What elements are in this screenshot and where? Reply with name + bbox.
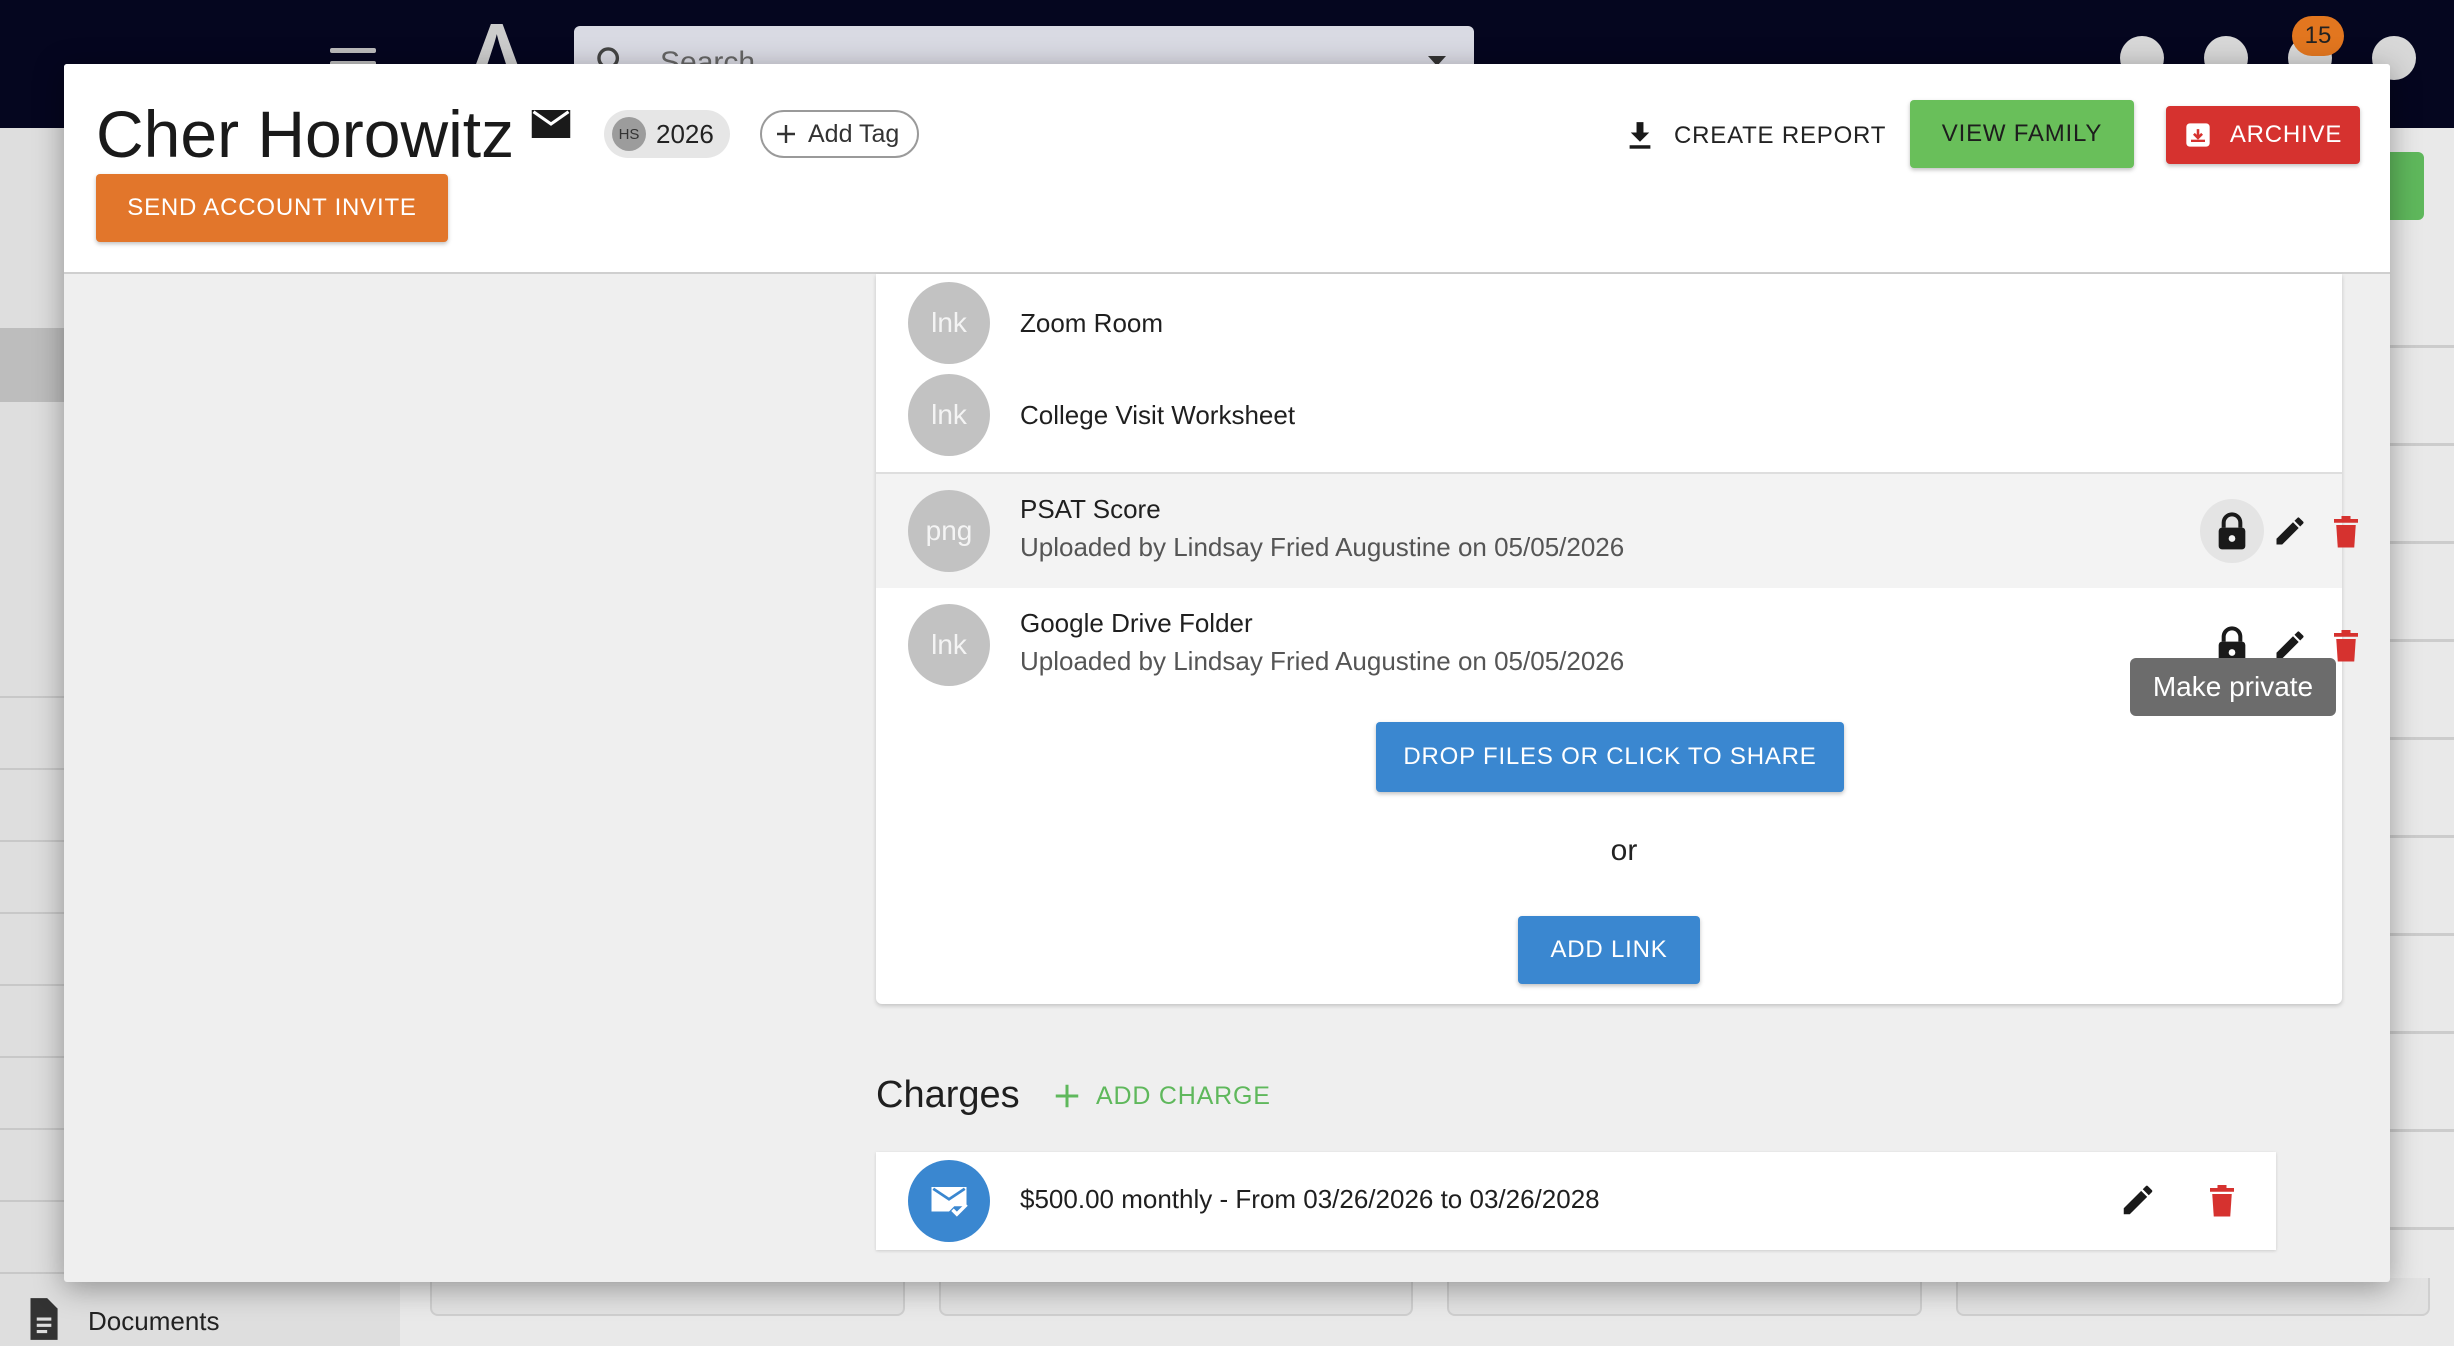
sidebar-divider [0, 984, 64, 986]
edit-icon[interactable] [2270, 511, 2310, 551]
document-upload-info: Uploaded by Lindsay Fried Augustine on 0… [1020, 646, 1625, 676]
document-title: Google Drive Folder [1020, 608, 1253, 638]
add-tag-label: Add Tag [808, 119, 900, 148]
modal-header: Cher Horowitz HS 2026 Add Tag CREATE REP… [64, 64, 2390, 274]
email-check-icon [931, 1187, 968, 1217]
create-report-label: CREATE REPORT [1674, 122, 1887, 149]
archive-button[interactable]: ARCHIVE [2166, 106, 2360, 164]
chip-avatar: HS [612, 117, 646, 151]
create-report-button[interactable]: CREATE REPORT [1626, 112, 1886, 160]
charge-avatar [908, 1160, 990, 1242]
add-charge-label: ADD CHARGE [1096, 1081, 1271, 1110]
sidebar-divider [0, 1056, 64, 1058]
document-icon[interactable] [18, 1294, 68, 1344]
delete-icon[interactable] [2326, 511, 2366, 551]
add-link-button[interactable]: ADD LINK [1518, 916, 1700, 984]
file-type-avatar: lnk [908, 374, 990, 456]
documents-card: lnk Zoom Room lnk College Visit Workshee… [876, 274, 2358, 1004]
list-item[interactable]: lnk Zoom Room [876, 274, 2342, 370]
email-icon[interactable] [530, 108, 572, 140]
download-icon [1629, 122, 1651, 149]
lock-icon[interactable] [2212, 511, 2252, 551]
list-item[interactable]: png PSAT Score Uploaded by Lindsay Fried… [876, 474, 2358, 588]
or-separator: or [1610, 834, 1638, 867]
list-item[interactable]: lnk Google Drive Folder Uploaded by Lind… [876, 588, 2358, 702]
document-title: Zoom Room [1020, 308, 1164, 338]
drop-files-button[interactable]: DROP FILES OR CLICK TO SHARE [1376, 722, 1844, 792]
sidebar-divider [0, 1200, 64, 1202]
file-type-avatar: lnk [908, 604, 990, 686]
background-cards [430, 1278, 2430, 1318]
view-family-button[interactable]: VIEW FAMILY [1910, 100, 2134, 168]
sidebar-item-documents[interactable]: Documents [88, 1306, 220, 1337]
archive-icon [2186, 123, 2210, 147]
send-account-invite-button[interactable]: SEND ACCOUNT INVITE [96, 174, 448, 242]
edit-icon[interactable] [2118, 1180, 2158, 1220]
chip-year: 2026 [656, 118, 714, 149]
file-type-avatar: png [908, 490, 990, 572]
delete-icon[interactable] [2202, 1180, 2242, 1220]
notification-badge: 15 [2292, 16, 2344, 56]
add-charge-button[interactable]: ADD CHARGE [1052, 1076, 1271, 1116]
document-upload-info: Uploaded by Lindsay Fried Augustine on 0… [1020, 532, 1625, 562]
charge-description: $500.00 monthly - From 03/26/2026 to 03/… [1020, 1184, 1600, 1214]
archive-label: ARCHIVE [2229, 121, 2343, 148]
add-tag-button[interactable]: Add Tag [760, 110, 920, 158]
charges-heading: Charges [876, 1074, 1020, 1116]
list-item[interactable]: lnk College Visit Worksheet [876, 370, 2342, 466]
sidebar-divider [0, 1272, 64, 1274]
sidebar-divider [0, 840, 64, 842]
plus-icon [777, 125, 795, 143]
document-title: PSAT Score [1020, 494, 1161, 524]
student-name: Cher Horowitz [96, 97, 515, 171]
plus-icon [1055, 1084, 1079, 1108]
student-detail-modal: Cher Horowitz HS 2026 Add Tag CREATE REP… [64, 64, 2390, 1282]
make-private-tooltip: Make private [2130, 658, 2336, 716]
charge-row[interactable]: $500.00 monthly - From 03/26/2026 to 03/… [876, 1152, 2276, 1250]
sidebar-divider [0, 768, 64, 770]
sidebar-active-indicator [0, 328, 64, 402]
file-type-avatar: lnk [908, 282, 990, 364]
graduation-year-chip[interactable]: HS 2026 [604, 110, 730, 158]
sidebar-divider [0, 1128, 64, 1130]
sidebar-divider [0, 912, 64, 914]
document-title: College Visit Worksheet [1020, 400, 1296, 430]
sidebar-divider [0, 696, 64, 698]
background-list [2390, 250, 2454, 1250]
